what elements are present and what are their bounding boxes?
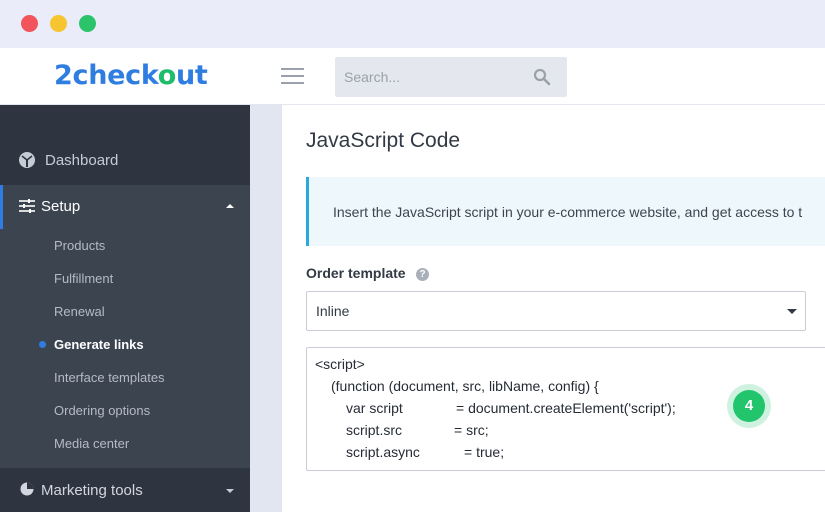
sidebar-subitem-fulfillment[interactable]: Fulfillment bbox=[54, 271, 113, 286]
sidebar: Dashboard Setup Products Fulfillment Ren… bbox=[0, 105, 250, 512]
app-header: 2checkout bbox=[0, 48, 825, 105]
maximize-window-button[interactable] bbox=[79, 15, 96, 32]
sidebar-item-label: Dashboard bbox=[45, 152, 119, 169]
sidebar-subitem-media-center[interactable]: Media center bbox=[54, 436, 129, 451]
code-line: <script> bbox=[315, 356, 365, 372]
help-icon[interactable]: ? bbox=[416, 268, 429, 281]
sidebar-item-setup[interactable]: Setup bbox=[0, 185, 250, 229]
search-icon[interactable] bbox=[533, 68, 551, 86]
search-input[interactable] bbox=[335, 57, 525, 97]
info-text: Insert the JavaScript script in your e-c… bbox=[333, 204, 803, 220]
active-dot-icon bbox=[39, 341, 46, 348]
menu-icon[interactable] bbox=[281, 68, 305, 86]
chevron-down-icon bbox=[226, 489, 234, 493]
sidebar-subitem-interface-templates[interactable]: Interface templates bbox=[54, 370, 165, 385]
code-line: script.src bbox=[346, 422, 402, 438]
active-indicator bbox=[0, 185, 3, 229]
chevron-down-icon bbox=[787, 309, 797, 314]
order-template-select[interactable]: Inline bbox=[306, 291, 806, 331]
sidebar-item-label: Setup bbox=[41, 198, 81, 215]
pie-chart-icon bbox=[20, 482, 34, 496]
code-line: = true; bbox=[464, 444, 505, 460]
main-panel: JavaScript Code Insert the JavaScript sc… bbox=[281, 105, 825, 512]
sliders-icon bbox=[19, 199, 35, 213]
code-line: = src; bbox=[454, 422, 489, 438]
window-titlebar bbox=[0, 0, 825, 48]
code-line: var script bbox=[346, 400, 403, 416]
sidebar-subitem-ordering-options[interactable]: Ordering options bbox=[54, 403, 150, 418]
sidebar-subitem-products[interactable]: Products bbox=[54, 238, 105, 253]
code-line: (function (document, src, libName, confi… bbox=[331, 378, 599, 394]
select-value: Inline bbox=[316, 303, 350, 319]
brand-logo[interactable]: 2checkout bbox=[54, 60, 208, 91]
sidebar-subitem-generate-links[interactable]: Generate links bbox=[54, 337, 144, 352]
sidebar-item-marketing-tools[interactable]: Marketing tools bbox=[0, 468, 250, 512]
search-box bbox=[335, 57, 567, 97]
logo-text-part1: 2check bbox=[54, 60, 158, 91]
step-badge[interactable]: 4 bbox=[733, 390, 765, 422]
sidebar-subitem-renewal[interactable]: Renewal bbox=[54, 304, 105, 319]
order-template-label: Order template bbox=[306, 265, 406, 281]
page-title: JavaScript Code bbox=[306, 129, 461, 152]
code-line: script.async bbox=[346, 444, 420, 460]
minimize-window-button[interactable] bbox=[50, 15, 67, 32]
sidebar-item-label: Marketing tools bbox=[41, 482, 143, 499]
code-line: = document.createElement('script'); bbox=[456, 400, 676, 416]
sidebar-item-dashboard[interactable]: Dashboard bbox=[0, 141, 250, 181]
content-gutter bbox=[250, 105, 281, 512]
close-window-button[interactable] bbox=[21, 15, 38, 32]
logo-text-part2: o bbox=[157, 60, 177, 91]
dashboard-icon bbox=[19, 152, 35, 168]
logo-text-part3: ut bbox=[176, 60, 208, 91]
info-banner: Insert the JavaScript script in your e-c… bbox=[306, 177, 825, 246]
chevron-up-icon bbox=[226, 204, 234, 208]
